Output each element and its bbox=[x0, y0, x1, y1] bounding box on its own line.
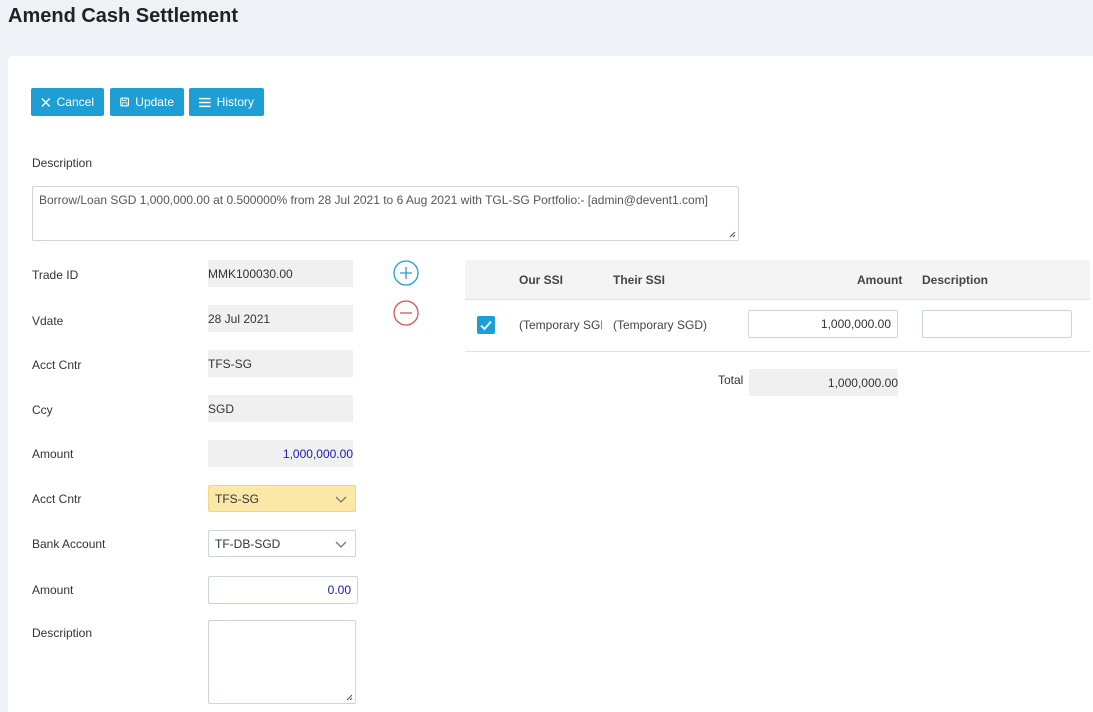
acct-cntr-value: TFS-SG bbox=[208, 356, 252, 371]
ccy-value: SGD bbox=[208, 401, 235, 416]
amount-input-label: Amount bbox=[32, 583, 74, 597]
chevron-down-icon bbox=[335, 541, 347, 548]
history-button[interactable]: History bbox=[189, 88, 264, 116]
total-value: 1,000,000.00 bbox=[749, 369, 898, 396]
acct-cntr-label: Acct Cntr bbox=[32, 358, 82, 372]
trade-id-label: Trade ID bbox=[32, 268, 79, 282]
form-description-textarea[interactable] bbox=[208, 620, 356, 704]
add-row-icon[interactable] bbox=[393, 260, 419, 286]
row-amount-value: 1,000,000.00 bbox=[820, 317, 891, 331]
acct-cntr-select-label: Acct Cntr bbox=[32, 492, 82, 506]
amount-header: Amount bbox=[857, 273, 903, 287]
acct-cntr-select[interactable]: TFS-SG bbox=[208, 485, 356, 512]
vdate-field: 28 Jul 2021 bbox=[208, 305, 353, 332]
remove-row-icon[interactable] bbox=[393, 300, 419, 326]
their-ssi-header: Their SSI bbox=[613, 273, 666, 287]
page-title: Amend Cash Settlement bbox=[8, 5, 239, 27]
their-ssi-cell: (Temporary SGD) bbox=[613, 318, 708, 332]
bank-account-label: Bank Account bbox=[32, 537, 106, 551]
description-header: Description bbox=[922, 273, 989, 287]
amount-field: 1,000,000.00 bbox=[208, 440, 353, 467]
ccy-field: SGD bbox=[208, 395, 353, 422]
list-icon bbox=[199, 97, 211, 107]
settlement-panel: Cancel Update History Description Borrow… bbox=[8, 56, 1093, 712]
table-row: (Temporary SGD) (Temporary SGD) 1,000,00… bbox=[465, 300, 1090, 352]
resize-handle-icon[interactable] bbox=[728, 230, 736, 238]
amount-value: 1,000,000.00 bbox=[282, 446, 353, 461]
resize-handle-icon[interactable] bbox=[345, 693, 353, 701]
chevron-down-icon bbox=[335, 496, 347, 503]
row-description-input[interactable] bbox=[922, 310, 1072, 338]
vdate-label: Vdate bbox=[32, 314, 64, 328]
amount-label: Amount bbox=[32, 447, 74, 461]
row-checkbox[interactable] bbox=[477, 316, 495, 334]
trade-id-field: MMK100030.00 bbox=[208, 260, 353, 287]
our-ssi-cell: (Temporary SGD) bbox=[519, 318, 602, 332]
row-amount-input[interactable]: 1,000,000.00 bbox=[748, 310, 898, 338]
ssi-table-header: Our SSI Their SSI Amount Description bbox=[465, 260, 1090, 300]
cancel-button[interactable]: Cancel bbox=[31, 88, 104, 116]
ccy-label: Ccy bbox=[32, 403, 53, 417]
amount-input-value: 0.00 bbox=[327, 583, 351, 597]
cancel-label: Cancel bbox=[56, 95, 94, 109]
our-ssi-header: Our SSI bbox=[519, 273, 564, 287]
acct-cntr-select-value: TFS-SG bbox=[215, 491, 259, 506]
form-description-label: Description bbox=[32, 626, 93, 640]
bank-account-select[interactable]: TF-DB-SGD bbox=[208, 530, 356, 557]
total-label: Total bbox=[718, 373, 744, 387]
update-label: Update bbox=[135, 95, 174, 109]
description-label: Description bbox=[32, 156, 93, 170]
description-text: Borrow/Loan SGD 1,000,000.00 at 0.500000… bbox=[39, 193, 709, 207]
description-textarea[interactable]: Borrow/Loan SGD 1,000,000.00 at 0.500000… bbox=[32, 186, 739, 241]
save-icon bbox=[120, 97, 130, 107]
acct-cntr-field: TFS-SG bbox=[208, 350, 353, 377]
trade-id-value: MMK100030.00 bbox=[208, 266, 293, 281]
bank-account-value: TF-DB-SGD bbox=[215, 536, 281, 551]
update-button[interactable]: Update bbox=[110, 88, 184, 116]
close-icon bbox=[41, 97, 51, 107]
amount-input[interactable]: 0.00 bbox=[208, 576, 358, 604]
check-icon bbox=[480, 320, 492, 331]
history-label: History bbox=[216, 95, 254, 109]
vdate-value: 28 Jul 2021 bbox=[208, 311, 271, 326]
total-amount: 1,000,000.00 bbox=[827, 375, 898, 390]
